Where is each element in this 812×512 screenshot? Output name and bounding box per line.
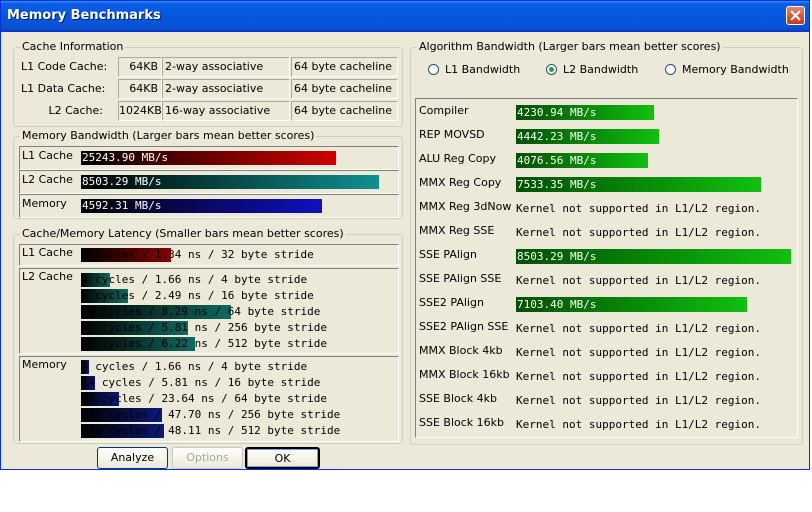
latency-group-label: L1 Cache xyxy=(22,246,73,259)
algorithm-value: 7103.40 MB/s xyxy=(517,298,597,311)
latency-value: 14 cycles / 5.81 ns / 256 byte stride xyxy=(82,321,328,334)
bandwidth-value: 25243.90 MB/s xyxy=(82,151,169,164)
title-bar[interactable]: Memory Benchmarks xyxy=(1,1,809,32)
bandwidth-option[interactable]: L1 Bandwidth xyxy=(428,63,548,77)
algorithm-value: 4076.56 MB/s xyxy=(517,154,597,167)
algorithm-unsupported-text: Kernel not supported in L1/L2 region. xyxy=(516,274,762,287)
latency-value: 4 cycles / 1.66 ns / 4 byte stride xyxy=(82,273,308,286)
latency-group-label: Memory xyxy=(22,358,67,371)
algorithm-unsupported-text: Kernel not supported in L1/L2 region. xyxy=(516,346,762,359)
bandwidth-option[interactable]: L2 Bandwidth xyxy=(546,63,666,77)
cache-assoc-value: 2-way associative xyxy=(162,79,290,99)
radio-icon[interactable] xyxy=(665,64,676,75)
algorithm-row-label: REP MOVSD xyxy=(419,128,485,141)
close-button[interactable] xyxy=(786,6,805,25)
algorithm-row-label: SSE2 PAlign xyxy=(419,296,484,309)
bandwidth-row-label: L1 Cache xyxy=(22,149,73,162)
algorithm-unsupported-text: Kernel not supported in L1/L2 region. xyxy=(516,226,762,239)
algorithm-unsupported-text: Kernel not supported in L1/L2 region. xyxy=(516,322,762,335)
cache-line-value: 64 byte cacheline xyxy=(291,79,398,99)
algorithm-unsupported-text: Kernel not supported in L1/L2 region. xyxy=(516,370,762,383)
algorithm-value: 4230.94 MB/s xyxy=(517,106,597,119)
algorithm-row-label: Compiler xyxy=(419,104,469,117)
cache-name-label: L1 Data Cache: xyxy=(21,82,106,95)
window-title: Memory Benchmarks xyxy=(7,8,161,23)
latency-value: 115 cycles / 47.70 ns / 256 byte stride xyxy=(82,408,341,421)
latency-label: Cache/Memory Latency (Smaller bars mean … xyxy=(20,227,346,240)
latency-value: 57 cycles / 23.64 ns / 64 byte stride xyxy=(82,392,328,405)
latency-value: 4 cycles / 1.66 ns / 4 byte stride xyxy=(82,360,308,373)
algorithm-unsupported-text: Kernel not supported in L1/L2 region. xyxy=(516,394,762,407)
algorithm-row-label: MMX Block 16kb xyxy=(419,368,510,381)
algorithm-bandwidth-panel xyxy=(415,98,798,438)
analyze-button[interactable]: Analyze xyxy=(97,447,168,469)
cache-assoc-value: 16-way associative xyxy=(162,101,290,121)
bandwidth-option-label: L2 Bandwidth xyxy=(563,63,639,76)
memory-bandwidth-label: Memory Bandwidth (Larger bars mean bette… xyxy=(20,129,317,142)
cache-name-label: L2 Cache: xyxy=(48,104,103,117)
algorithm-unsupported-text: Kernel not supported in L1/L2 region. xyxy=(516,418,762,431)
bandwidth-option-label: L1 Bandwidth xyxy=(445,63,521,76)
latency-group-label: L2 Cache xyxy=(22,270,73,283)
algorithm-row-label: MMX Reg 3dNow xyxy=(419,200,512,213)
algorithm-row-label: ALU Reg Copy xyxy=(419,152,496,165)
latency-value: 20 cycles / 8.29 ns / 64 byte stride xyxy=(82,305,321,318)
algorithm-row-label: SSE Block 16kb xyxy=(419,416,505,429)
cache-line-value: 64 byte cacheline xyxy=(291,101,398,121)
cache-line-value: 64 byte cacheline xyxy=(291,57,398,77)
latency-value: 6 cycles / 2.49 ns / 16 byte stride xyxy=(82,289,314,302)
algorithm-row-label: SSE PAlign xyxy=(419,248,477,261)
bandwidth-row-label: Memory xyxy=(22,197,67,210)
cache-size-value: 64KB xyxy=(118,79,162,99)
memory-benchmarks-window: Memory Benchmarks Cache Information L1 C… xyxy=(0,0,810,470)
cache-size-value: 1024KB xyxy=(118,101,162,121)
cache-information-label: Cache Information xyxy=(20,40,126,53)
cache-size-value: 64KB xyxy=(118,57,162,77)
bandwidth-row-label: L2 Cache xyxy=(22,173,73,186)
algorithm-value: 8503.29 MB/s xyxy=(517,250,597,263)
algorithm-row-label: SSE2 PAlign SSE xyxy=(419,320,509,333)
algorithm-value: 4442.23 MB/s xyxy=(517,130,597,143)
bandwidth-value: 4592.31 MB/s xyxy=(82,199,162,212)
bandwidth-option-label: Memory Bandwidth xyxy=(682,63,789,76)
latency-value: 15 cycles / 6.22 ns / 512 byte stride xyxy=(82,337,328,350)
algorithm-bandwidth-label: Algorithm Bandwidth (Larger bars mean be… xyxy=(417,40,723,53)
algorithm-value: 7533.35 MB/s xyxy=(517,178,597,191)
bandwidth-option[interactable]: Memory Bandwidth xyxy=(665,63,789,77)
algorithm-unsupported-text: Kernel not supported in L1/L2 region. xyxy=(516,202,762,215)
options-button[interactable]: Options xyxy=(172,447,243,469)
latency-value: 116 cycles / 48.11 ns / 512 byte stride xyxy=(82,424,341,437)
close-icon xyxy=(790,10,801,21)
algorithm-row-label: SSE Block 4kb xyxy=(419,392,498,405)
radio-icon[interactable] xyxy=(546,64,557,75)
latency-value: 14 cycles / 5.81 ns / 16 byte stride xyxy=(82,376,321,389)
algorithm-row-label: SSE PAlign SSE xyxy=(419,272,502,285)
bandwidth-value: 8503.29 MB/s xyxy=(82,175,162,188)
radio-icon[interactable] xyxy=(428,64,439,75)
algorithm-row-label: MMX Block 4kb xyxy=(419,344,503,357)
cache-assoc-value: 2-way associative xyxy=(162,57,290,77)
cache-name-label: L1 Code Cache: xyxy=(21,60,108,73)
latency-value: 3 cycles / 1.34 ns / 32 byte stride xyxy=(82,248,314,261)
algorithm-row-label: MMX Reg SSE xyxy=(419,224,495,237)
algorithm-row-label: MMX Reg Copy xyxy=(419,176,502,189)
ok-button[interactable]: OK xyxy=(245,447,320,469)
